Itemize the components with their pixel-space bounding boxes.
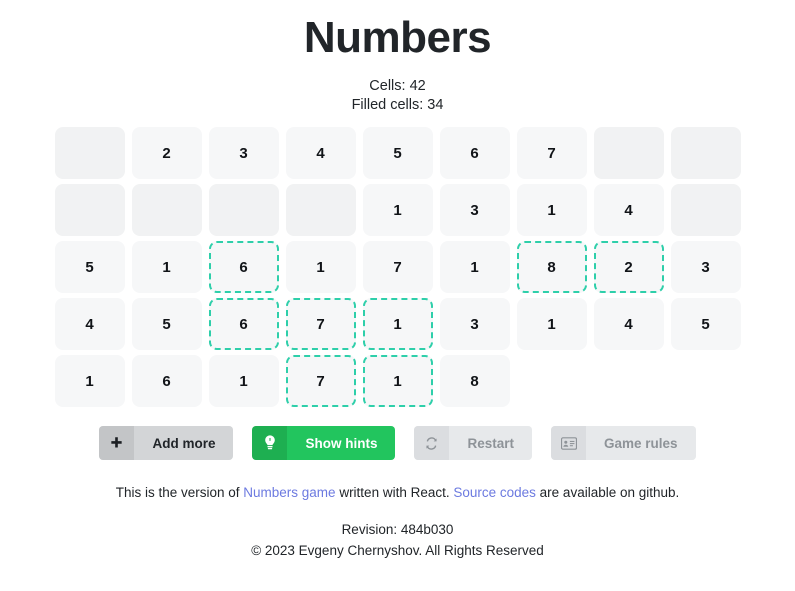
grid-cell-empty[interactable] — [54, 184, 125, 236]
grid-row: 234567 — [54, 127, 741, 179]
grid-cell[interactable]: 3 — [670, 241, 741, 293]
grid-cell-empty[interactable] — [670, 184, 741, 236]
refresh-icon — [414, 426, 450, 460]
numbers-game-link[interactable]: Numbers game — [243, 485, 335, 500]
filled-cells-count: Filled cells: 34 — [351, 97, 444, 113]
plus-icon — [99, 426, 135, 460]
grid-cell[interactable]: 4 — [593, 184, 664, 236]
grid-cell[interactable]: 1 — [516, 298, 587, 350]
footer-meta: Revision: 484b030 © 2023 Evgeny Chernysh… — [251, 519, 544, 561]
game-rules-button: Game rules — [551, 426, 696, 460]
footer-text-before: This is the version of — [115, 485, 244, 500]
game-stats: Cells: 42 Filled cells: 34 — [352, 77, 444, 115]
grid-cell[interactable]: 6 — [439, 127, 510, 179]
lightbulb-icon — [252, 426, 288, 460]
cells-count: Cells: 42 — [369, 78, 426, 94]
grid-cell[interactable]: 2 — [593, 241, 664, 293]
grid-cell[interactable]: 7 — [285, 355, 356, 407]
grid-cell[interactable]: 6 — [131, 355, 202, 407]
revision-label: Revision: 484b030 — [341, 522, 454, 537]
grid-cell[interactable]: 8 — [439, 355, 510, 407]
grid-cell[interactable]: 7 — [516, 127, 587, 179]
grid-cell[interactable]: 4 — [54, 298, 125, 350]
footer-text-after: are available on github. — [535, 485, 680, 500]
grid-cell-empty[interactable] — [593, 127, 664, 179]
grid-row: 161718 — [54, 355, 741, 407]
numbers-grid[interactable]: 2345671314516171823456713145161718 — [54, 127, 741, 407]
grid-cell[interactable]: 7 — [285, 298, 356, 350]
restart-button: Restart — [414, 426, 532, 460]
grid-cell-empty[interactable] — [54, 127, 125, 179]
grid-cell-empty[interactable] — [285, 184, 356, 236]
grid-cell[interactable]: 1 — [362, 184, 433, 236]
game-controls: Add more Show hints Restart Game rules — [99, 426, 696, 460]
grid-cell[interactable]: 5 — [670, 298, 741, 350]
show-hints-button[interactable]: Show hints — [252, 426, 396, 460]
grid-cell-empty[interactable] — [208, 184, 279, 236]
address-card-icon — [551, 426, 586, 460]
restart-label: Restart — [449, 426, 532, 460]
page-title: Numbers — [303, 13, 492, 62]
numbers-game-page: Numbers Cells: 42 Filled cells: 34 23456… — [0, 0, 795, 591]
grid-cell[interactable]: 1 — [131, 241, 202, 293]
grid-cell[interactable]: 6 — [208, 298, 279, 350]
grid-cell[interactable]: 1 — [362, 298, 433, 350]
grid-cell[interactable]: 5 — [131, 298, 202, 350]
grid-row: 516171823 — [54, 241, 741, 293]
grid-cell[interactable]: 3 — [208, 127, 279, 179]
grid-cell[interactable]: 1 — [362, 355, 433, 407]
grid-cell[interactable]: 1 — [54, 355, 125, 407]
grid-cell-empty[interactable] — [670, 127, 741, 179]
grid-cell[interactable]: 6 — [208, 241, 279, 293]
game-rules-label: Game rules — [586, 426, 696, 460]
grid-cell[interactable]: 8 — [516, 241, 587, 293]
footer-credits: This is the version of Numbers game writ… — [116, 483, 680, 503]
grid-cell[interactable]: 1 — [516, 184, 587, 236]
grid-cell[interactable]: 3 — [439, 184, 510, 236]
copyright-label: © 2023 Evgeny Chernyshov. All Rights Res… — [251, 543, 544, 558]
grid-cell[interactable]: 2 — [131, 127, 202, 179]
grid-row: 456713145 — [54, 298, 741, 350]
grid-cell-empty[interactable] — [131, 184, 202, 236]
add-more-button[interactable]: Add more — [99, 426, 234, 460]
grid-row: 1314 — [54, 184, 741, 236]
grid-cell[interactable]: 5 — [362, 127, 433, 179]
add-more-label: Add more — [134, 426, 234, 460]
grid-cell[interactable]: 3 — [439, 298, 510, 350]
show-hints-label: Show hints — [287, 426, 396, 460]
footer-text-middle: written with React. — [335, 485, 454, 500]
source-codes-link[interactable]: Source codes — [453, 485, 536, 500]
grid-cell[interactable]: 4 — [285, 127, 356, 179]
grid-cell[interactable]: 5 — [54, 241, 125, 293]
grid-cell[interactable]: 1 — [208, 355, 279, 407]
grid-cell[interactable]: 7 — [362, 241, 433, 293]
grid-cell[interactable]: 1 — [439, 241, 510, 293]
grid-cell[interactable]: 1 — [285, 241, 356, 293]
grid-cell[interactable]: 4 — [593, 298, 664, 350]
